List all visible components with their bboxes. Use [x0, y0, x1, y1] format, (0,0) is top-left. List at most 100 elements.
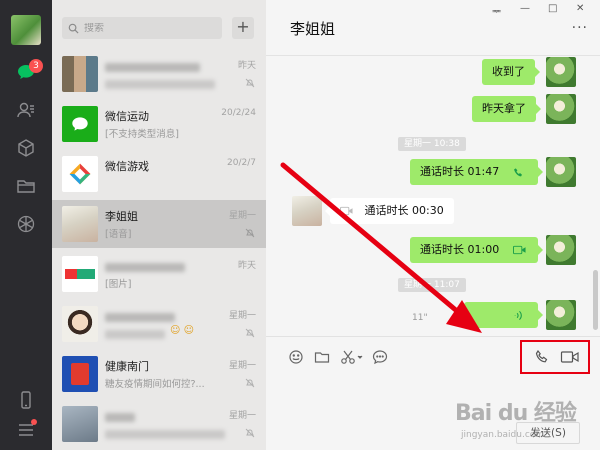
conversation-time: 星期一 [228, 361, 256, 371]
conversation-time: 星期一 [228, 411, 256, 421]
conversation-time: 星期一 [228, 211, 256, 221]
conversation-preview: [不支持类型消息] [105, 129, 179, 140]
list-item[interactable]: 星期一 [52, 400, 266, 448]
conversation-time: 昨天 [237, 261, 256, 271]
menu-notification-dot [31, 419, 37, 425]
blurred-name [105, 413, 135, 422]
contacts-icon[interactable] [14, 98, 38, 122]
blurred-preview [105, 430, 225, 439]
list-item[interactable]: 星期一 ☺ ☺ [52, 300, 266, 348]
search-input[interactable] [84, 22, 214, 34]
call-record-sent[interactable]: 通话时长 01:00 [410, 237, 543, 263]
call-duration-text: 通话时长 01:00 [420, 243, 500, 256]
voice-call-icon[interactable] [534, 349, 550, 365]
chat-history-icon[interactable] [372, 349, 388, 365]
message-bubble-sent: 昨天拿了 [472, 96, 541, 122]
conversation-time: 20/2/7 [227, 158, 256, 168]
list-item[interactable]: 昨天 [图片] [52, 250, 266, 298]
unread-badge: 3 [29, 59, 43, 73]
nav-rail: 3 [0, 0, 52, 450]
conversation-name: 微信运动 [105, 110, 149, 123]
mute-icon [245, 228, 255, 238]
mute-icon [245, 328, 255, 338]
voice-wave-icon [514, 310, 522, 321]
avatar [62, 206, 98, 242]
conversation-time: 20/2/24 [221, 108, 256, 118]
blurred-name [105, 313, 175, 322]
avatar [62, 306, 98, 342]
chat-header: 李姐姐 ᆓ — □ ✕ ··· [266, 0, 600, 56]
more-options-icon[interactable]: ··· [572, 20, 588, 36]
conversation-preview: [语音] [105, 229, 132, 240]
blurred-preview [105, 80, 215, 89]
chat-title: 李姐姐 [290, 20, 336, 38]
maximize-button[interactable]: □ [548, 3, 557, 14]
call-duration-text: 通话时长 00:30 [364, 204, 444, 217]
avatar [62, 56, 98, 92]
baidu-jingyan-watermark: Bai du 经验 jingyan.baidu.com [455, 395, 577, 440]
mute-icon [245, 378, 255, 388]
timestamp: 星期一 11:07 [398, 278, 466, 292]
watermark-logo: Bai du 经验 [455, 401, 577, 426]
favorites-icon[interactable] [14, 136, 38, 160]
message-list: 收到了 昨天拿了 星期一 10:38 通话时长 01:47 通话时长 00:30… [266, 57, 600, 335]
file-icon[interactable] [314, 349, 330, 365]
conversation-preview: [图片] [105, 279, 132, 290]
chat-scrollbar[interactable] [593, 270, 598, 330]
list-item[interactable]: 健康南门 星期一 糖友疫情期间如何控?... [52, 350, 266, 398]
wechat-game-icon [62, 156, 98, 192]
video-call-icon [340, 206, 353, 216]
conversation-name: 健康南门 [105, 360, 149, 373]
conversation-preview: 糖友疫情期间如何控?... [105, 379, 205, 390]
call-duration-text: 通话时长 01:47 [420, 165, 500, 178]
avatar [62, 356, 98, 392]
mute-icon [245, 428, 255, 438]
moments-icon[interactable] [14, 212, 38, 236]
mute-icon [245, 78, 255, 88]
voice-duration: 11" [412, 313, 428, 323]
my-avatar [546, 300, 576, 330]
my-avatar [546, 157, 576, 187]
my-avatar [546, 94, 576, 124]
avatar [62, 406, 98, 442]
video-call-icon [512, 245, 526, 255]
chat-pane: 李姐姐 ᆓ — □ ✕ ··· 收到了 昨天拿了 星期一 10:38 通话时长 … [266, 0, 600, 450]
search-box[interactable] [62, 17, 222, 39]
my-avatar [546, 57, 576, 87]
pin-button[interactable]: ᆓ [492, 3, 501, 18]
list-item[interactable]: 昨天 [52, 50, 266, 98]
voice-message-bubble[interactable] [464, 302, 543, 328]
input-toolbar [266, 336, 600, 376]
user-avatar[interactable] [11, 15, 41, 45]
conversation-list: + 昨天 微信运动 20/2/24 [不支持类型消息] 微信游戏 20/2/7 … [52, 0, 266, 450]
emoji-icon: ☺ ☺ [170, 325, 195, 336]
close-button[interactable]: ✕ [576, 3, 584, 14]
contact-avatar [292, 196, 322, 226]
phone-icon [513, 167, 522, 176]
phone-device-icon[interactable] [14, 388, 38, 412]
call-record-sent[interactable]: 通话时长 01:47 [410, 159, 543, 185]
conversation-name: 李姐姐 [105, 210, 138, 223]
blurred-name [105, 63, 200, 72]
wechat-sport-icon [62, 106, 98, 142]
watermark-url: jingyan.baidu.com [461, 430, 545, 440]
message-bubble-sent: 收到了 [482, 59, 540, 85]
avatar [62, 256, 98, 292]
timestamp: 星期一 10:38 [398, 137, 466, 151]
list-item[interactable]: 微信运动 20/2/24 [不支持类型消息] [52, 100, 266, 148]
minimize-button[interactable]: — [520, 3, 530, 14]
screenshot-icon[interactable] [340, 349, 364, 365]
conversation-time: 星期一 [228, 311, 256, 321]
search-icon [68, 23, 79, 34]
video-call-icon[interactable] [560, 349, 580, 365]
call-record-received[interactable]: 通话时长 00:30 [325, 198, 454, 224]
blurred-preview [105, 330, 165, 339]
list-item[interactable]: 微信游戏 20/2/7 [52, 150, 266, 198]
conversation-time: 昨天 [237, 61, 256, 71]
list-item-active[interactable]: 李姐姐 星期一 [语音] [52, 200, 266, 248]
conversation-name: 微信游戏 [105, 160, 149, 173]
my-avatar [546, 235, 576, 265]
emoji-icon[interactable] [288, 349, 304, 365]
add-conversation-button[interactable]: + [232, 17, 254, 39]
folder-icon[interactable] [14, 174, 38, 198]
